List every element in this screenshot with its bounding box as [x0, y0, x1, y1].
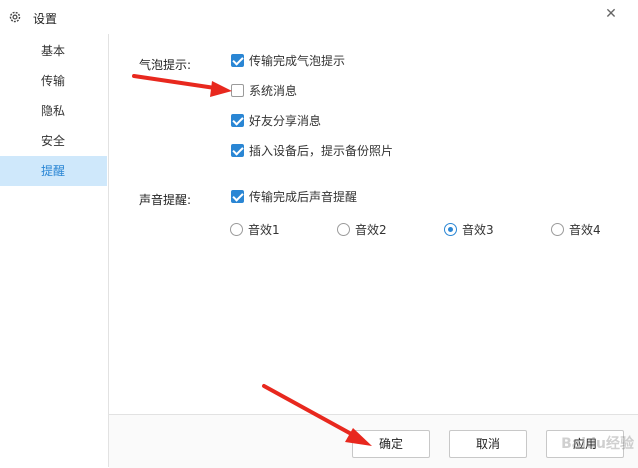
sidebar-item-label: 提醒 — [41, 164, 66, 178]
sidebar-item-label: 传输 — [41, 74, 66, 88]
option-label: 好友分享消息 — [249, 114, 322, 128]
option-label: 传输完成后声音提醒 — [249, 190, 358, 204]
checkbox[interactable] — [231, 114, 244, 127]
settings-panel: 气泡提示: 传输完成气泡提示 系统消息 好友分享消息 插入设备后，提示备份照片 … — [109, 34, 638, 467]
sidebar-item-reminder[interactable]: 提醒 — [0, 156, 107, 186]
title-bar: 设置 ✕ — [0, 0, 638, 34]
checkbox[interactable] — [231, 84, 244, 97]
watermark: Baidu经验 — [561, 436, 634, 452]
window-title: 设置 — [33, 12, 58, 26]
sound-group-label: 声音提醒: — [139, 193, 192, 207]
option-label: 音效1 — [248, 223, 280, 237]
option-label: 传输完成气泡提示 — [249, 54, 346, 68]
bubble-group-label: 气泡提示: — [139, 58, 192, 72]
checkbox[interactable] — [231, 54, 244, 67]
sidebar-item-label: 基本 — [41, 44, 66, 58]
option-label: 音效2 — [355, 223, 387, 237]
radio-button[interactable] — [337, 223, 350, 236]
option-label: 系统消息 — [249, 84, 298, 98]
sidebar-item-label: 安全 — [41, 134, 66, 148]
option-label: 插入设备后，提示备份照片 — [249, 144, 394, 158]
sidebar-item-privacy[interactable]: 隐私 — [0, 96, 107, 126]
sidebar: 基本 传输 隐私 安全 提醒 — [0, 34, 109, 467]
sidebar-item-basic[interactable]: 基本 — [0, 36, 107, 66]
checkbox[interactable] — [231, 190, 244, 203]
ok-button[interactable]: 确定 — [352, 430, 430, 458]
cancel-button[interactable]: 取消 — [449, 430, 527, 458]
radio-button[interactable] — [551, 223, 564, 236]
option-label: 音效4 — [569, 223, 601, 237]
radio-button[interactable] — [230, 223, 243, 236]
option-label: 音效3 — [462, 223, 494, 237]
sidebar-item-label: 隐私 — [41, 104, 66, 118]
sidebar-item-transfer[interactable]: 传输 — [0, 66, 107, 96]
checkbox[interactable] — [231, 144, 244, 157]
dialog-footer: 确定 取消 应用 — [109, 414, 638, 468]
close-button[interactable]: ✕ — [602, 5, 620, 23]
gear-icon — [9, 11, 21, 23]
sidebar-item-security[interactable]: 安全 — [0, 126, 107, 156]
radio-button[interactable] — [444, 223, 457, 236]
